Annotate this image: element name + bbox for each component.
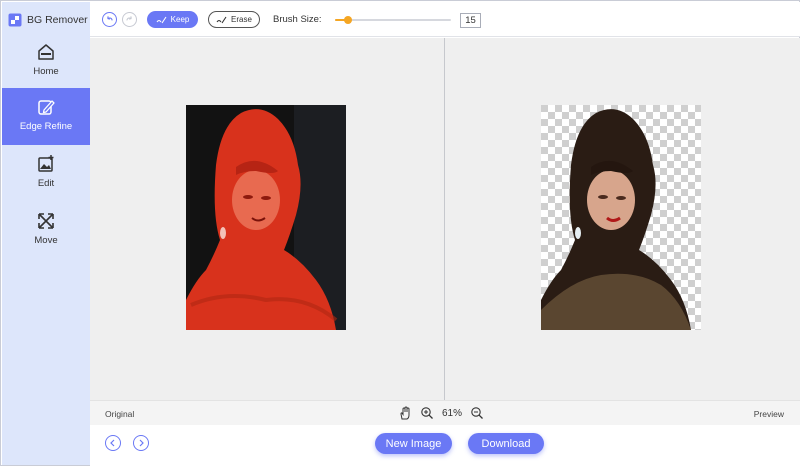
redo-icon: [126, 16, 132, 21]
zoom-out-icon[interactable]: [470, 406, 484, 420]
bottom-bar: New Image Download: [90, 425, 800, 466]
previous-button[interactable]: [105, 435, 121, 451]
preview-label: Preview: [753, 409, 784, 419]
edge-refine-icon: [38, 100, 55, 115]
sidebar-item-home[interactable]: Home: [2, 33, 90, 90]
sidebar-item-move[interactable]: Move: [2, 202, 90, 259]
preview-image-graphic: [541, 105, 701, 330]
brush-size-slider[interactable]: [335, 16, 451, 24]
original-image: [186, 105, 346, 330]
chevron-left-icon: [110, 439, 115, 447]
home-icon: [38, 44, 54, 60]
status-row: Original 61% Preview: [90, 400, 800, 425]
hand-pan-icon[interactable]: [398, 406, 412, 420]
preview-canvas[interactable]: [445, 38, 800, 400]
sidebar-item-edit[interactable]: Edit: [2, 145, 90, 202]
erase-label: Erase: [231, 15, 252, 24]
zoom-value: 61%: [442, 407, 463, 419]
app-title: BG Remover: [27, 14, 88, 26]
zoom-in-icon[interactable]: [420, 406, 434, 420]
download-button[interactable]: Download: [468, 433, 544, 454]
next-button[interactable]: [133, 435, 149, 451]
keep-label: Keep: [170, 15, 190, 24]
chevron-right-icon: [139, 439, 144, 447]
erase-button[interactable]: Erase: [208, 11, 260, 28]
keep-brush-icon: [156, 16, 167, 23]
sidebar-item-label: Edge Refine: [19, 121, 73, 132]
bg-remover-logo-icon: [8, 13, 22, 27]
original-canvas[interactable]: [90, 38, 444, 400]
sidebar: BG Remover Home Edge Refine Edit Move: [2, 2, 90, 465]
sidebar-item-label: Move: [34, 235, 58, 246]
edit-image-icon: [38, 155, 54, 172]
sidebar-item-label: Home: [33, 66, 59, 77]
brand: BG Remover: [8, 12, 88, 28]
new-image-button[interactable]: New Image: [375, 433, 452, 454]
original-label: Original: [105, 409, 135, 419]
keep-button[interactable]: Keep: [147, 11, 198, 28]
erase-brush-icon: [216, 16, 227, 23]
toolbar: Keep Erase Brush Size: 15: [90, 2, 800, 37]
brush-size-label: Brush Size:: [273, 14, 322, 25]
redo-button[interactable]: [122, 12, 137, 27]
app-window: BG Remover Home Edge Refine Edit Move Ke…: [0, 0, 800, 466]
original-image-graphic: [186, 105, 346, 330]
brush-size-slider-thumb[interactable]: [343, 16, 352, 24]
undo-button[interactable]: [102, 12, 117, 27]
preview-image: [541, 105, 701, 330]
brush-size-input[interactable]: 15: [460, 13, 481, 28]
undo-icon: [107, 16, 113, 21]
sidebar-item-edge-refine[interactable]: Edge Refine: [2, 88, 90, 145]
zoom-controls: 61%: [398, 406, 484, 420]
move-arrows-icon: [38, 213, 54, 229]
sidebar-item-label: Edit: [37, 178, 55, 189]
